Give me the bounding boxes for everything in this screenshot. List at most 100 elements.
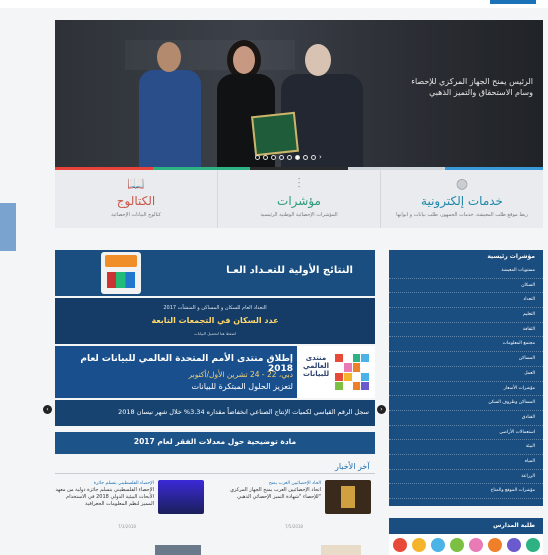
hero-slider[interactable]: الرئيس يمنح الجهاز المركزي للإحصاء وسام … [55, 20, 543, 168]
service-title: مؤشرات [277, 194, 321, 208]
carousel-prev-button[interactable]: ‹ [43, 405, 52, 414]
news-category[interactable]: الإحصاء الفلسطيني يتسلم جائزة [54, 480, 154, 487]
census-title: النتائج الأولية للتعـداد العـا [226, 265, 353, 276]
indicator-link[interactable]: الفنادق [389, 411, 543, 426]
forum-logo-tile [361, 372, 369, 381]
slider-dot[interactable] [271, 154, 276, 160]
news-text[interactable]: اتحاد الإحصائيين العرب يمنح الجهاز المرك… [221, 487, 321, 501]
indicators-service[interactable]: ⫶ مؤشرات المؤشرات الإحصائية الوطنية الرئ… [218, 170, 381, 228]
schools-banner[interactable] [389, 534, 543, 555]
kid-figure [526, 538, 540, 552]
indicator-list: مستويات المعيشة السكان التعداد التعليم الثقا… [389, 264, 543, 499]
indicator-link[interactable]: الثقافة [389, 323, 543, 338]
slider-dot[interactable] [311, 154, 316, 160]
indicator-link[interactable]: السكان [389, 279, 543, 294]
industrial-banner[interactable]: سجل الرقم القياسي لكميات الإنتاج الصناعي… [55, 400, 375, 426]
hero-caption[interactable]: الرئيس يمنح الجهاز المركزي للإحصاء وسام … [403, 76, 533, 98]
forum-logo [335, 354, 369, 390]
top-bar [0, 0, 548, 8]
slider-dot[interactable] [287, 154, 292, 160]
indicator-link[interactable]: العمل [389, 367, 543, 382]
indicator-link[interactable]: مجتمع المعلومات [389, 337, 543, 353]
news-thumbnail[interactable] [158, 480, 204, 514]
poverty-banner[interactable]: مادة توضيحية حول معدلات الفقر لعام 2017 [55, 432, 375, 454]
news-date: 7/5/2018 [285, 524, 303, 529]
indicator-link[interactable]: الزراعة [389, 470, 543, 485]
key-indicators-panel: مؤشرات رئيسية مستويات المعيشة السكان التعد… [389, 250, 543, 506]
indicator-link[interactable]: مؤشرات الأسعار [389, 382, 543, 397]
news-item[interactable]: الحاد الإحصائيين العرب يمنح اتحاد الإحصا… [225, 480, 375, 532]
news-heading[interactable]: آخر الأخبار [335, 462, 370, 471]
sliders-icon: ⫶ [297, 176, 301, 192]
services-bar: 📖 الكتالوج كتالوج البيانات الإحصائية ⫶ م… [55, 170, 543, 228]
census-logo [101, 252, 141, 294]
banner-text: مادة توضيحية حول معدلات الفقر لعام 2017 [133, 437, 297, 446]
news-text[interactable]: الإحصاء الفلسطيني يتسلم جائزة دولية من م… [54, 487, 154, 508]
forum-logo-tile [335, 363, 343, 371]
catalog-service[interactable]: 📖 الكتالوج كتالوج البيانات الإحصائية [55, 170, 218, 228]
news-divider [55, 473, 375, 474]
forum-logo-tile [343, 363, 352, 372]
schools-panel: طلبة المدارس [389, 518, 543, 534]
indicator-link[interactable]: مؤشرات الموقع والمناخ [389, 484, 543, 499]
forum-logo-tile [344, 382, 352, 390]
kid-figure [450, 538, 464, 552]
slider-dots: › [255, 154, 322, 161]
banner-line: لتعزيز الحلول المبتكرة للبيانات [191, 382, 294, 391]
slider-dot[interactable] [279, 154, 284, 160]
forum-logo-tile [343, 372, 352, 381]
banner-line: اضغط هنا لتحميل البيانات [193, 331, 237, 336]
forum-logo-text: منتدى العالمي للبيانات [303, 354, 330, 378]
globe-icon: ◍ [455, 176, 469, 192]
panel-heading[interactable]: طلبة المدارس [493, 522, 535, 529]
indicator-link[interactable]: المياه [389, 455, 543, 470]
hero-person [135, 42, 205, 168]
carousel-next-button[interactable]: › [377, 405, 386, 414]
population-banner[interactable]: التعداد العام للسكان و المساكن و المنشآت… [55, 298, 375, 344]
book-icon: 📖 [127, 176, 145, 192]
slider-dot[interactable] [295, 154, 300, 160]
side-toggle[interactable] [0, 203, 16, 251]
kid-figure [393, 538, 407, 552]
forum-logo-tile [361, 381, 369, 390]
service-subtitle: كتالوج البيانات الإحصائية [111, 212, 161, 218]
forum-logo-tile [335, 381, 343, 390]
banner-headline: عدد السكان في التجمعات التابعة [151, 316, 279, 325]
kid-figure [431, 538, 445, 552]
forum-logo-tile [361, 363, 369, 371]
news-thumbnail[interactable] [325, 480, 371, 514]
service-subtitle: المؤشرات الإحصائية الوطنية الرئيسية [260, 212, 338, 218]
indicator-link[interactable]: مستويات المعيشة [389, 264, 543, 279]
slider-dot[interactable] [303, 154, 308, 160]
news-item[interactable]: الإحصاء الفلسطيني يتسلم جائزة الإحصاء ال… [55, 480, 210, 532]
forum-logo-tile [352, 381, 361, 390]
census-banner[interactable]: النتائج الأولية للتعـداد العـا [55, 250, 375, 296]
forum-logo-tile [352, 363, 361, 372]
banner-line: التعداد العام للسكان و المساكن و المنشآت… [163, 305, 267, 311]
news-thumbnail[interactable] [321, 545, 361, 555]
service-title: الكتالوج [116, 194, 156, 208]
forum-banner[interactable]: إطلاق منتدى الأمم المتحدة العالمي للبيان… [55, 346, 375, 398]
forum-logo-tile [361, 354, 369, 363]
service-title: خدمات إلكترونية [421, 194, 503, 208]
forum-logo-tile [352, 354, 361, 363]
news-more-row [55, 545, 375, 555]
kid-figure [488, 538, 502, 552]
forum-logo-tile [353, 373, 361, 381]
news-thumbnail[interactable] [155, 545, 201, 555]
indicator-link[interactable]: المساكن [389, 352, 543, 367]
slider-next-icon[interactable]: › [319, 154, 322, 161]
indicator-link[interactable]: التعليم [389, 308, 543, 323]
indicator-link[interactable]: التعداد [389, 293, 543, 309]
indicator-link[interactable]: المساكن وظروف السكن [389, 396, 543, 411]
news-category[interactable]: الحاد الإحصائيين العرب يمنح [221, 480, 321, 487]
slider-dot[interactable] [263, 154, 268, 160]
indicator-link[interactable]: استعمالات الأراضي [389, 426, 543, 441]
kid-figure [507, 538, 521, 552]
kid-figure [412, 538, 426, 552]
top-nav-tab[interactable] [490, 0, 536, 4]
indicator-link[interactable]: البيئة [389, 440, 543, 455]
eservices-service[interactable]: ◍ خدمات إلكترونية ربط موقع طلب المعيشة، … [381, 170, 543, 228]
banner-line: دبي، 22 - 24 تشرين الأول/أكتوبر [188, 370, 293, 379]
slider-dot[interactable] [255, 154, 260, 160]
